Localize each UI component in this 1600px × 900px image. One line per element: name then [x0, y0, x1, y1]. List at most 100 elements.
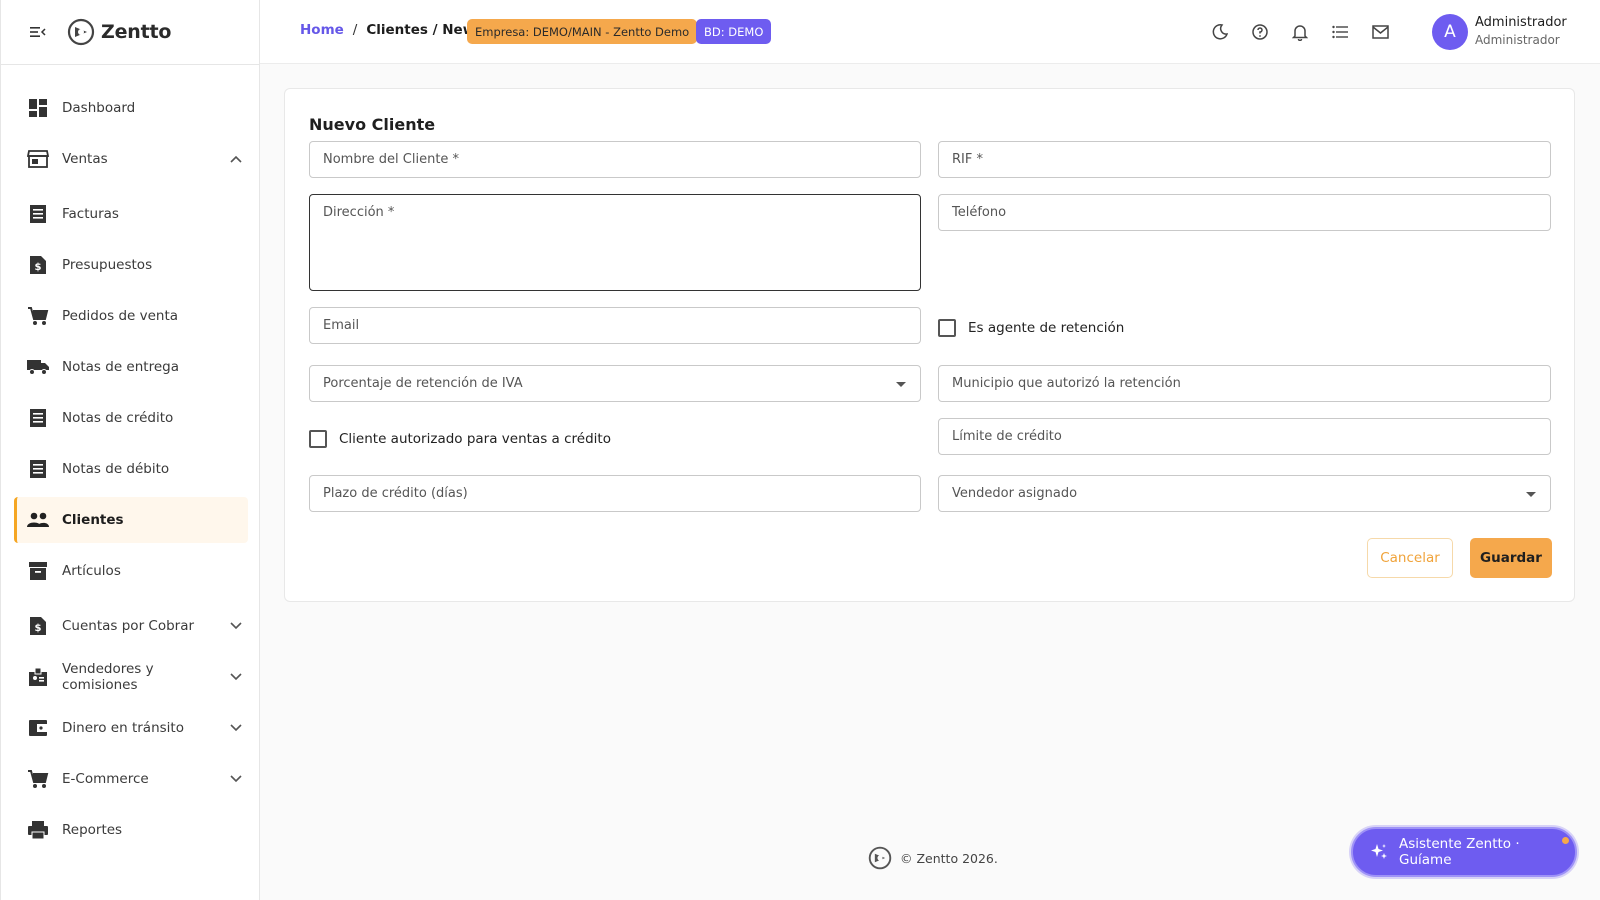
list-icon[interactable] [1330, 22, 1350, 42]
breadcrumb-separator: / [352, 22, 358, 38]
retention-agent-checkbox[interactable]: Es agente de retención [938, 319, 1124, 337]
moon-icon[interactable] [1210, 22, 1230, 42]
sidebar-item-notas-de-entrega[interactable]: Notas de entrega [14, 344, 248, 390]
sidebar-item-label: Pedidos de venta [62, 308, 179, 324]
breadcrumb-current: Clientes / New [366, 22, 476, 38]
sidebar-item-clientes[interactable]: Clientes [14, 497, 248, 543]
field-label: Dirección * [323, 205, 395, 220]
sidebar-item-facturas[interactable]: Facturas [14, 191, 248, 237]
bell-icon[interactable] [1290, 22, 1310, 42]
field-label: RIF * [952, 152, 983, 167]
sidebar-item-label: Notas de crédito [62, 410, 174, 426]
store-icon [26, 147, 50, 171]
checkbox-label: Cliente autorizado para ventas a crédito [339, 431, 611, 447]
breadcrumb-home-link[interactable]: Home [300, 22, 344, 38]
sidebar-item-label: Reportes [62, 822, 123, 838]
save-button[interactable]: Guardar [1470, 538, 1552, 578]
cart-icon [26, 304, 50, 328]
help-icon[interactable] [1250, 22, 1270, 42]
field-label: Porcentaje de retención de IVA [323, 376, 523, 391]
page-title: Nuevo Cliente [309, 115, 436, 134]
truck-icon [26, 355, 50, 379]
chevron-up-icon [230, 152, 244, 166]
menu-collapse-icon[interactable] [29, 23, 47, 41]
field-label: Email [323, 318, 360, 333]
user-name: Administrador [1475, 15, 1567, 30]
notification-dot [1562, 837, 1569, 844]
assistant-label: Asistente Zentto · Guíame [1399, 836, 1520, 868]
svg-text:$: $ [35, 623, 42, 634]
badge-icon [26, 665, 50, 689]
database-badge[interactable]: BD: DEMO [696, 19, 772, 44]
address-textarea[interactable]: Dirección * [309, 194, 921, 291]
cart-icon [26, 767, 50, 791]
field-label: Plazo de crédito (días) [323, 486, 468, 501]
checkbox-box[interactable] [938, 319, 956, 337]
chevron-down-icon [230, 721, 244, 735]
new-client-form-card: Nuevo Cliente Nombre del Cliente * RIF *… [284, 88, 1575, 602]
field-label: Municipio que autorizó la retención [952, 376, 1181, 391]
sidebar-item-label: Presupuestos [62, 257, 153, 273]
receipt-icon [26, 406, 50, 430]
field-label: Vendedor asignado [952, 486, 1078, 501]
sidebar-item-label: Vendedores y comisiones [62, 661, 154, 693]
sidebar-item-dashboard[interactable]: Dashboard [14, 85, 248, 131]
assigned-seller-select[interactable]: Vendedor asignado [938, 475, 1551, 512]
empresa-badge[interactable]: Empresa: DEMO/MAIN - Zentto Demo [467, 19, 698, 44]
printer-icon [26, 818, 50, 842]
field-label: Nombre del Cliente * [323, 152, 460, 167]
sidebar-item-notas-de-credito[interactable]: Notas de crédito [14, 395, 248, 441]
phone-field[interactable]: Teléfono [938, 194, 1551, 231]
checkbox-box[interactable] [309, 430, 327, 448]
sidebar-item-notas-de-debito[interactable]: Notas de débito [14, 446, 248, 492]
inventory-icon [26, 559, 50, 583]
mail-icon[interactable] [1370, 22, 1390, 42]
footer: © Zentto 2026. [868, 846, 998, 870]
iva-retention-select[interactable]: Porcentaje de retención de IVA [309, 365, 921, 402]
dropdown-arrow-icon [896, 382, 906, 387]
rif-field[interactable]: RIF * [938, 141, 1551, 178]
app-logo[interactable]: Zentto [67, 18, 171, 46]
credit-limit-field[interactable]: Límite de crédito [938, 418, 1551, 455]
sidebar: Zentto Dashboard Ventas Facturas $ Presu… [0, 0, 260, 900]
cancel-button[interactable]: Cancelar [1367, 538, 1453, 578]
email-field[interactable]: Email [309, 307, 921, 344]
sidebar-item-label: Notas de débito [62, 461, 170, 477]
credit-authorized-checkbox[interactable]: Cliente autorizado para ventas a crédito [309, 430, 611, 448]
dropdown-arrow-icon [1526, 492, 1536, 497]
municipality-field[interactable]: Municipio que autorizó la retención [938, 365, 1551, 402]
sidebar-item-label: Dinero en tránsito [62, 720, 184, 736]
client-name-field[interactable]: Nombre del Cliente * [309, 141, 921, 178]
sidebar-item-label: Cuentas por Cobrar [62, 618, 195, 634]
receipt-icon [26, 202, 50, 226]
topbar: Home / Clientes / New Empresa: DEMO/MAIN… [260, 0, 1600, 64]
app-name: Zentto [101, 21, 172, 43]
people-icon [26, 508, 50, 532]
sidebar-item-cuentas-por-cobrar[interactable]: $ Cuentas por Cobrar [14, 603, 248, 649]
sidebar-item-reportes[interactable]: Reportes [14, 807, 248, 853]
checkbox-label: Es agente de retención [968, 320, 1125, 336]
copyright-text: © Zentto 2026. [900, 850, 998, 866]
sidebar-item-dinero-en-transito[interactable]: Dinero en tránsito [14, 705, 248, 751]
dashboard-icon [26, 96, 50, 120]
avatar[interactable]: A [1432, 14, 1468, 50]
sidebar-item-ventas[interactable]: Ventas [14, 136, 248, 182]
field-label: Teléfono [952, 205, 1007, 220]
chevron-down-icon [230, 670, 244, 684]
sidebar-item-e-commerce[interactable]: E-Commerce [14, 756, 248, 802]
sidebar-item-vendedores-y-comisiones[interactable]: Vendedores y comisiones [14, 654, 248, 700]
sidebar-item-presupuestos[interactable]: $ Presupuestos [14, 242, 248, 288]
sidebar-item-label: Dashboard [62, 100, 136, 116]
zentto-logo-icon [868, 846, 892, 870]
sidebar-item-pedidos-de-venta[interactable]: Pedidos de venta [14, 293, 248, 339]
user-role: Administrador [1475, 33, 1560, 47]
svg-text:$: $ [35, 262, 42, 273]
sidebar-item-label: Clientes [62, 512, 124, 528]
credit-term-field[interactable]: Plazo de crédito (días) [309, 475, 921, 512]
sidebar-item-label: Ventas [62, 151, 108, 167]
breadcrumb: Home / Clientes / New [300, 22, 475, 38]
sidebar-item-label: E-Commerce [62, 771, 149, 787]
sidebar-item-articulos[interactable]: Artículos [14, 548, 248, 594]
field-label: Límite de crédito [952, 429, 1062, 444]
assistant-button[interactable]: Asistente Zentto · Guíame [1351, 827, 1577, 877]
